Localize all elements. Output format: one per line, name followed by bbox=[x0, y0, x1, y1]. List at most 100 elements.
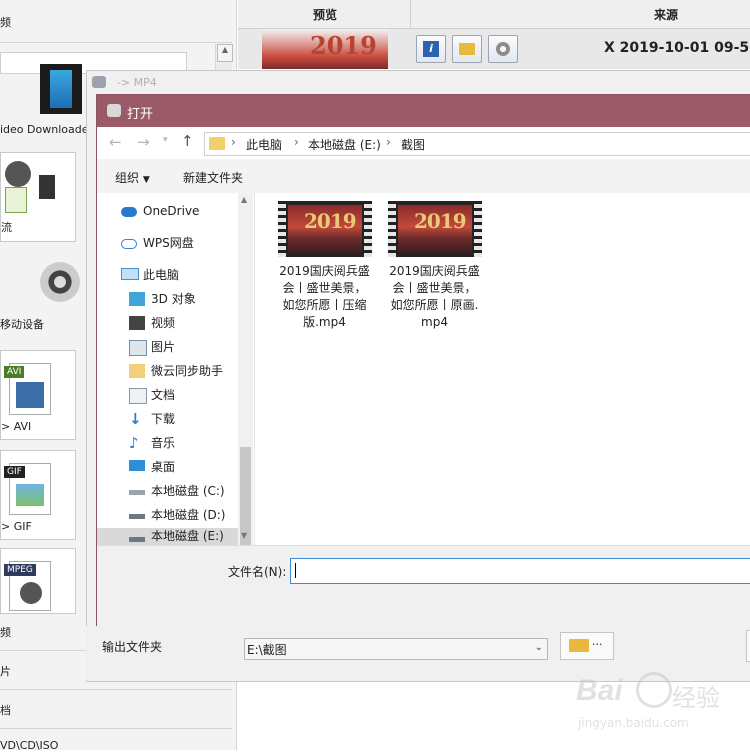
avi-badge: AVI bbox=[4, 366, 25, 378]
settings-button[interactable] bbox=[488, 35, 518, 63]
thumbnail-year-text: 2019 bbox=[414, 209, 467, 233]
tile-mobile-device[interactable]: 移动设备 bbox=[0, 250, 86, 338]
dialog-title: 打开 bbox=[127, 107, 154, 122]
category-row-document[interactable]: 档 bbox=[0, 690, 232, 729]
forward-arrow-icon[interactable]: → bbox=[137, 133, 150, 151]
nav-item-music[interactable]: ♪ 音乐 bbox=[97, 432, 239, 454]
output-folder-select[interactable]: E:\截图 ⌄ bbox=[244, 638, 548, 660]
tile-label: 移动设备 bbox=[0, 318, 44, 331]
nav-item-this-pc[interactable]: 此电脑 bbox=[97, 264, 239, 286]
nav-item-drive-e[interactable]: 本地磁盘 (E:) bbox=[97, 528, 238, 545]
tile-avi[interactable]: AVI > AVI bbox=[0, 350, 76, 440]
watermark-url: jingyan.baidu.com bbox=[578, 716, 689, 730]
nav-item-label: 本地磁盘 (C:) bbox=[151, 484, 225, 498]
output-folder-value: E:\截图 bbox=[247, 643, 287, 657]
tile-audio-extract[interactable]: 流 bbox=[0, 152, 76, 242]
filename-area: 文件名(N): bbox=[97, 545, 750, 628]
new-folder-button[interactable]: 新建文件夹 bbox=[183, 169, 243, 186]
breadcrumb-screenshots[interactable]: 截图 bbox=[401, 136, 425, 153]
nav-item-documents[interactable]: 文档 bbox=[97, 384, 239, 406]
task-row[interactable]: 2019 i X 2019-10-01 09-57- bbox=[238, 29, 750, 69]
open-file-dialog: 打开 ← → ▾ ↑ › 此电脑 › 本地磁盘 (E:) › 截图 组织 ▼ 新… bbox=[96, 94, 750, 628]
nav-item-label: 图片 bbox=[151, 340, 176, 354]
breadcrumb-drive-e[interactable]: 本地磁盘 (E:) bbox=[308, 136, 381, 153]
video-thumbnail: 2019 bbox=[388, 201, 482, 257]
browse-dots: ... bbox=[592, 635, 603, 648]
output-folder-label: 输出文件夹 bbox=[102, 640, 163, 654]
nav-item-3d[interactable]: 3D 对象 bbox=[97, 288, 239, 310]
open-folder-button[interactable] bbox=[452, 35, 482, 63]
recent-dropdown-icon[interactable]: ▾ bbox=[163, 135, 168, 145]
nav-item-label: 本地磁盘 (D:) bbox=[151, 508, 226, 522]
browse-folder-button[interactable]: ... bbox=[560, 632, 614, 660]
source-text: X 2019-10-01 09-57- bbox=[604, 40, 750, 56]
nav-item-downloads[interactable]: ↓ 下载 bbox=[97, 408, 239, 430]
nav-item-weiyun[interactable]: 微云同步助手 bbox=[97, 360, 239, 382]
desktop-icon bbox=[129, 460, 145, 471]
scroll-up-icon[interactable]: ▲ bbox=[241, 195, 247, 204]
navigation-bar: ← → ▾ ↑ › 此电脑 › 本地磁盘 (E:) › 截图 bbox=[97, 127, 750, 159]
tile-mpeg[interactable]: MPEG bbox=[0, 548, 76, 614]
organize-button[interactable]: 组织 ▼ bbox=[115, 169, 150, 186]
text-caret bbox=[295, 563, 296, 578]
tile-label: > GIF bbox=[1, 520, 32, 533]
file-item[interactable]: 2019 2019国庆阅兵盛 会丨盛世美景， 如您所愿丨压缩 版.mp4 bbox=[257, 201, 372, 331]
nav-item-label: 下载 bbox=[151, 412, 176, 426]
mpeg-badge: MPEG bbox=[4, 564, 36, 576]
scroll-down-icon[interactable]: ▼ bbox=[241, 531, 247, 540]
organize-label: 组织 bbox=[115, 171, 140, 185]
tile-label: > AVI bbox=[1, 420, 32, 433]
thumbnail-year-text: 2019 bbox=[304, 209, 357, 233]
info-icon: i bbox=[423, 41, 439, 57]
drive-e-icon bbox=[129, 537, 145, 542]
onedrive-cloud-icon bbox=[121, 207, 137, 217]
video-thumbnail: 2019 bbox=[278, 201, 372, 257]
film-reel-icon bbox=[40, 262, 80, 302]
nav-item-wps[interactable]: WPS网盘 bbox=[97, 232, 239, 254]
nav-item-desktop[interactable]: 桌面 bbox=[97, 456, 239, 478]
pictures-folder-icon bbox=[129, 340, 147, 356]
nav-item-label: 本地磁盘 (E:) bbox=[151, 529, 224, 543]
dialog-title-bar[interactable]: 打开 bbox=[97, 95, 750, 127]
category-row-dvd[interactable]: VD\CD\ISO bbox=[0, 729, 232, 752]
nav-item-pictures[interactable]: 图片 bbox=[97, 336, 239, 358]
nav-item-videos[interactable]: 视频 bbox=[97, 312, 239, 334]
category-label: 片 bbox=[0, 665, 11, 678]
filename-input[interactable] bbox=[290, 558, 750, 584]
back-arrow-icon[interactable]: ← bbox=[109, 133, 122, 151]
drive-d-icon bbox=[129, 514, 145, 519]
watermark-brand: Bai bbox=[576, 674, 623, 707]
scroll-up-icon[interactable]: ▲ bbox=[217, 44, 233, 62]
breadcrumb-separator: › bbox=[294, 135, 299, 149]
thumbnail-year-text: 2019 bbox=[310, 31, 377, 60]
wps-cloud-icon bbox=[121, 239, 137, 249]
nav-item-drive-c[interactable]: 本地磁盘 (C:) bbox=[97, 480, 239, 502]
info-button[interactable]: i bbox=[416, 35, 446, 63]
nav-item-label: 微云同步助手 bbox=[151, 364, 224, 378]
nav-item-label: 此电脑 bbox=[143, 268, 180, 282]
folder-icon bbox=[209, 137, 225, 150]
tile-label: 流 bbox=[1, 221, 12, 234]
nav-item-onedrive[interactable]: OneDrive bbox=[97, 200, 239, 222]
column-preview[interactable]: 预览 bbox=[313, 6, 337, 23]
file-list: 2019 2019国庆阅兵盛 会丨盛世美景， 如您所愿丨压缩 版.mp4 201… bbox=[254, 193, 750, 545]
tile-gif[interactable]: GIF > GIF bbox=[0, 450, 76, 540]
nav-item-drive-d[interactable]: 本地磁盘 (D:) bbox=[97, 504, 239, 526]
side-button-edge[interactable] bbox=[746, 630, 750, 662]
app-icon bbox=[92, 76, 106, 88]
category-row-video[interactable]: 频 bbox=[0, 0, 232, 43]
nav-pane-scrollbar[interactable]: ▲ ▼ bbox=[238, 193, 253, 589]
preview-thumbnail[interactable]: 2019 bbox=[262, 29, 388, 69]
nav-item-label: 桌面 bbox=[151, 460, 176, 474]
column-source[interactable]: 来源 bbox=[654, 6, 678, 23]
address-bar[interactable]: › 此电脑 › 本地磁盘 (E:) › 截图 bbox=[204, 132, 750, 156]
documents-folder-icon bbox=[129, 388, 147, 404]
tile-label: ideo Downloade bbox=[0, 123, 89, 136]
music-note-icon: ♪ bbox=[129, 434, 139, 452]
convert-dialog-title: -> MP4 bbox=[117, 76, 157, 89]
video-folder-icon bbox=[129, 316, 145, 330]
tile-video-downloader[interactable]: ideo Downloade bbox=[0, 58, 89, 144]
up-arrow-icon[interactable]: ↑ bbox=[181, 132, 194, 150]
file-item[interactable]: 2019 2019国庆阅兵盛 会丨盛世美景， 如您所愿丨原画. mp4 bbox=[367, 201, 482, 331]
breadcrumb-this-pc[interactable]: 此电脑 bbox=[246, 136, 282, 153]
